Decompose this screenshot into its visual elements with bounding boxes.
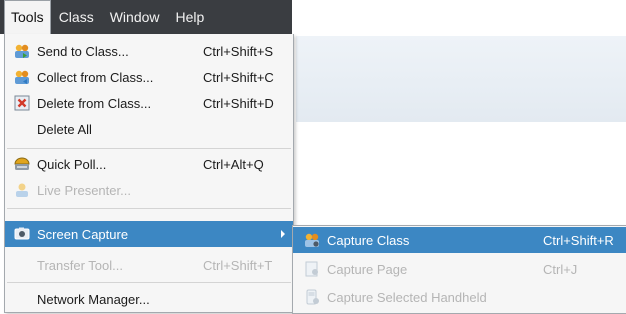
send-to-class-icon	[13, 42, 31, 60]
collect-from-class-icon	[13, 68, 31, 86]
live-presenter-icon	[13, 181, 31, 199]
menu-item-label: Capture Selected Handheld	[327, 289, 487, 305]
menu-separator	[7, 208, 291, 209]
submenu-item-capture-page: Capture Page Ctrl+J	[293, 256, 626, 282]
menu-item-label: Live Presenter...	[37, 182, 131, 198]
menu-item-label: Screen Capture	[37, 226, 129, 242]
capture-class-icon	[303, 231, 321, 249]
shortcut-label: Ctrl+Shift+S	[203, 43, 274, 59]
shortcut-label: Ctrl+Shift+D	[203, 95, 274, 111]
menu-item-delete-from-class[interactable]: Delete from Class... Ctrl+Shift+D	[5, 90, 293, 116]
menu-item-network-manager[interactable]: Network Manager...	[5, 286, 293, 312]
menu-item-label: Send to Class...	[37, 43, 129, 59]
capture-page-icon	[303, 260, 321, 278]
menu-item-label: Collect from Class...	[37, 69, 154, 85]
menu-item-send-to-class[interactable]: Send to Class... Ctrl+Shift+S	[5, 38, 293, 64]
menu-item-label: Transfer Tool...	[37, 257, 123, 273]
menu-item-label: Delete All	[37, 121, 92, 137]
delete-from-class-icon	[13, 94, 31, 112]
submenu-item-capture-class[interactable]: Capture Class Ctrl+Shift+R	[293, 227, 626, 253]
tools-dropdown: Send to Class... Ctrl+Shift+S Collect fr…	[4, 34, 294, 313]
menu-tools[interactable]: Tools	[4, 0, 51, 34]
shortcut-label: Ctrl+Shift+T	[203, 257, 273, 273]
menu-item-label: Capture Class	[327, 232, 410, 248]
menu-help[interactable]: Help	[168, 0, 213, 34]
menu-window[interactable]: Window	[102, 0, 168, 34]
menu-bar: Tools Class Window Help	[0, 0, 292, 34]
shortcut-label: Ctrl+J	[543, 261, 578, 277]
menu-item-label: Delete from Class...	[37, 95, 152, 111]
shortcut-label: Ctrl+Shift+R	[543, 232, 614, 248]
menu-item-label: Network Manager...	[37, 291, 150, 307]
menu-separator	[7, 282, 291, 283]
screen-capture-icon	[13, 225, 31, 243]
menu-item-quick-poll[interactable]: Quick Poll... Ctrl+Alt+Q	[5, 151, 293, 177]
submenu-item-capture-selected-handheld: Capture Selected Handheld	[293, 284, 626, 310]
shortcut-label: Ctrl+Alt+Q	[203, 156, 264, 172]
menu-item-transfer-tool: Transfer Tool... Ctrl+Shift+T	[5, 252, 293, 278]
menu-item-delete-all[interactable]: Delete All	[5, 116, 293, 142]
menu-item-collect-from-class[interactable]: Collect from Class... Ctrl+Shift+C	[5, 64, 293, 90]
menu-item-screen-capture[interactable]: Screen Capture	[5, 221, 293, 247]
screen-capture-submenu: Capture Class Ctrl+Shift+R Capture Page …	[292, 225, 626, 314]
menu-item-label: Quick Poll...	[37, 156, 107, 172]
menu-item-live-presenter: Live Presenter...	[5, 177, 293, 203]
submenu-arrow-icon	[281, 230, 285, 238]
capture-handheld-icon	[303, 288, 321, 306]
menu-item-label: Capture Page	[327, 261, 408, 277]
menu-separator	[7, 148, 291, 149]
shortcut-label: Ctrl+Shift+C	[203, 69, 274, 85]
menu-class[interactable]: Class	[51, 0, 102, 34]
quick-poll-icon	[13, 155, 31, 173]
background-panel	[296, 36, 626, 122]
